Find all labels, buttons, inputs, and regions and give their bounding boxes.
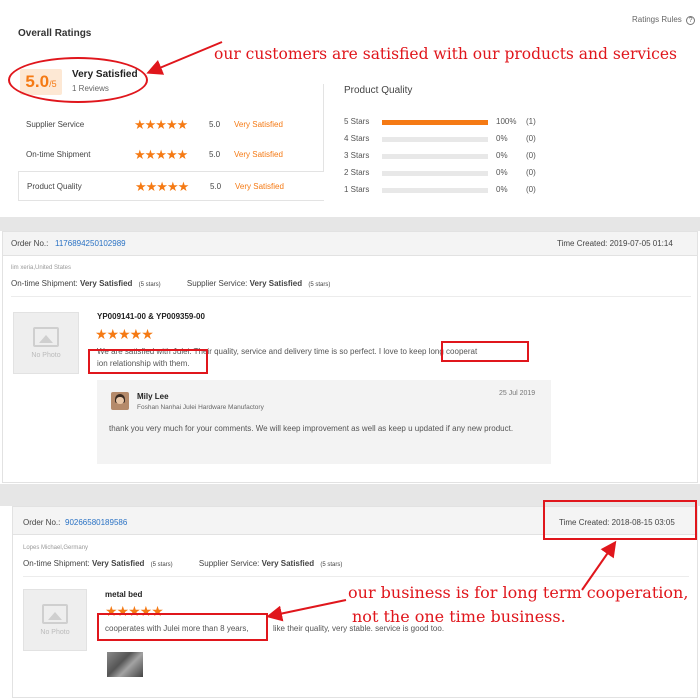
- time-label: Time Created:: [557, 239, 608, 248]
- category-row: On-time Shipment ★★★★★ 5.0 Very Satisfie…: [22, 144, 320, 168]
- star-rating: ★★★★★: [134, 117, 188, 132]
- breakdown-percent: 0%: [496, 185, 508, 194]
- breakdown-label: 5 Stars: [344, 117, 370, 126]
- category-score: 5.0: [209, 120, 221, 129]
- ontime-value: Very Satisfied: [79, 279, 133, 288]
- annotation-box: [543, 500, 697, 540]
- category-name: Product Quality: [27, 182, 82, 191]
- supplier-reply: Mily Lee Foshan Nanhai Julei Hardware Ma…: [97, 380, 551, 464]
- category-row-selected[interactable]: Product Quality ★★★★★ 5.0 Very Satisfied: [18, 171, 324, 201]
- supplier-stars: (5 stars): [320, 562, 343, 568]
- star-breakdown-row: 4 Stars 0% (0): [344, 134, 564, 146]
- ratings-rules-label: Ratings Rules: [632, 15, 682, 24]
- reply-text: thank you very much for your comments. W…: [109, 424, 514, 433]
- annotation-text-2: our business is for long term cooperatio…: [348, 583, 689, 602]
- image-icon: [42, 604, 68, 624]
- order-label: Order No.:: [23, 518, 61, 527]
- product-name: YP009141-00 & YP009359-00: [97, 312, 205, 321]
- breakdown-bar: [382, 154, 488, 159]
- product-name: metal bed: [105, 590, 143, 599]
- question-circle-icon: ?: [686, 16, 696, 25]
- star-rating: ★★★★★: [135, 179, 189, 194]
- annotation-text-1: our customers are satisfied with our pro…: [214, 45, 677, 63]
- reply-name: Mily Lee: [137, 392, 169, 401]
- time-value: 2019-07-05 01:14: [609, 239, 673, 248]
- category-name: On-time Shipment: [26, 150, 91, 159]
- category-score: 5.0: [209, 150, 221, 159]
- breakdown-bar: [382, 188, 488, 193]
- ontime-label: On-time Shipment:: [11, 279, 78, 288]
- review-stars: ★★★★★: [95, 326, 154, 342]
- star-breakdown-row: 5 Stars 100% (1): [344, 117, 564, 129]
- annotation-box: [88, 349, 208, 374]
- star-breakdown-row: 1 Stars 0% (0): [344, 185, 564, 197]
- breakdown-bar: [382, 137, 488, 142]
- star-breakdown-row: 3 Stars 0% (0): [344, 151, 564, 163]
- order-number-link[interactable]: 90266580189586: [65, 518, 127, 527]
- quality-title: Product Quality: [344, 85, 413, 96]
- reply-date: 25 Jul 2019: [499, 390, 536, 397]
- buyer-name: Lopes Michael,Germany: [23, 545, 89, 551]
- overall-ratings-title: Overall Ratings: [18, 28, 92, 39]
- order-header: Order No.: 1176894250102989 Time Created…: [3, 232, 697, 256]
- buyer-ratings: On-time Shipment: Very Satisfied (5 star…: [11, 279, 330, 288]
- no-photo-text: No Photo: [40, 629, 70, 636]
- star-rating: ★★★★★: [134, 147, 188, 162]
- annotation-text-3: not the one time business.: [352, 607, 566, 626]
- breakdown-count: (0): [526, 168, 536, 177]
- ontime-value: Very Satisfied: [91, 559, 145, 568]
- breakdown-percent: 100%: [496, 117, 517, 126]
- supplier-label: Supplier Service:: [186, 279, 248, 288]
- breakdown-count: (0): [526, 185, 536, 194]
- order-label: Order No.:: [11, 239, 49, 248]
- overall-ratings-panel: Overall Ratings Ratings Rules ? 5.0/5 Ve…: [4, 4, 698, 216]
- annotation-ellipse: [8, 57, 148, 103]
- avatar: [111, 392, 129, 410]
- breakdown-count: (0): [526, 134, 536, 143]
- divider: [323, 84, 324, 172]
- category-name: Supplier Service: [26, 120, 85, 129]
- separator: [0, 217, 700, 231]
- reply-company: Foshan Nanhai Julei Hardware Manufactory: [137, 404, 264, 411]
- ontime-label: On-time Shipment:: [23, 559, 90, 568]
- breakdown-count: (1): [526, 117, 536, 126]
- category-score: 5.0: [210, 182, 222, 191]
- ratings-rules-link[interactable]: Ratings Rules ?: [632, 15, 696, 25]
- supplier-stars: (5 stars): [308, 282, 331, 288]
- divider: [11, 296, 691, 297]
- breakdown-bar: [382, 120, 488, 125]
- breakdown-bar-fill: [382, 120, 488, 125]
- review-photo-thumbnail[interactable]: [107, 652, 143, 677]
- ontime-stars: (5 stars): [150, 562, 173, 568]
- category-label: Very Satisfied: [234, 120, 283, 129]
- annotation-box: [441, 341, 529, 362]
- category-label: Very Satisfied: [235, 182, 284, 191]
- supplier-value: Very Satisfied: [249, 279, 303, 288]
- product-photo-placeholder: No Photo: [13, 312, 79, 374]
- breakdown-label: 2 Stars: [344, 168, 370, 177]
- time-created: Time Created: 2019-07-05 01:14: [557, 239, 673, 248]
- buyer-ratings: On-time Shipment: Very Satisfied (5 star…: [23, 559, 342, 568]
- supplier-label: Supplier Service:: [198, 559, 260, 568]
- breakdown-label: 3 Stars: [344, 151, 370, 160]
- breakdown-label: 1 Stars: [344, 185, 370, 194]
- buyer-name: lim xeria,United States: [11, 265, 72, 271]
- category-label: Very Satisfied: [234, 150, 283, 159]
- breakdown-percent: 0%: [496, 151, 508, 160]
- breakdown-percent: 0%: [496, 168, 508, 177]
- breakdown-bar: [382, 171, 488, 176]
- breakdown-percent: 0%: [496, 134, 508, 143]
- supplier-value: Very Satisfied: [261, 559, 315, 568]
- annotation-box: [97, 613, 268, 641]
- order-number-link[interactable]: 1176894250102989: [55, 239, 126, 248]
- breakdown-count: (0): [526, 151, 536, 160]
- breakdown-label: 4 Stars: [344, 134, 370, 143]
- product-photo-placeholder: No Photo: [23, 589, 87, 651]
- star-breakdown-row: 2 Stars 0% (0): [344, 168, 564, 180]
- divider: [23, 576, 689, 577]
- image-icon: [33, 327, 59, 347]
- category-row: Supplier Service ★★★★★ 5.0 Very Satisfie…: [22, 114, 320, 138]
- ontime-stars: (5 stars): [138, 282, 161, 288]
- no-photo-text: No Photo: [31, 352, 61, 359]
